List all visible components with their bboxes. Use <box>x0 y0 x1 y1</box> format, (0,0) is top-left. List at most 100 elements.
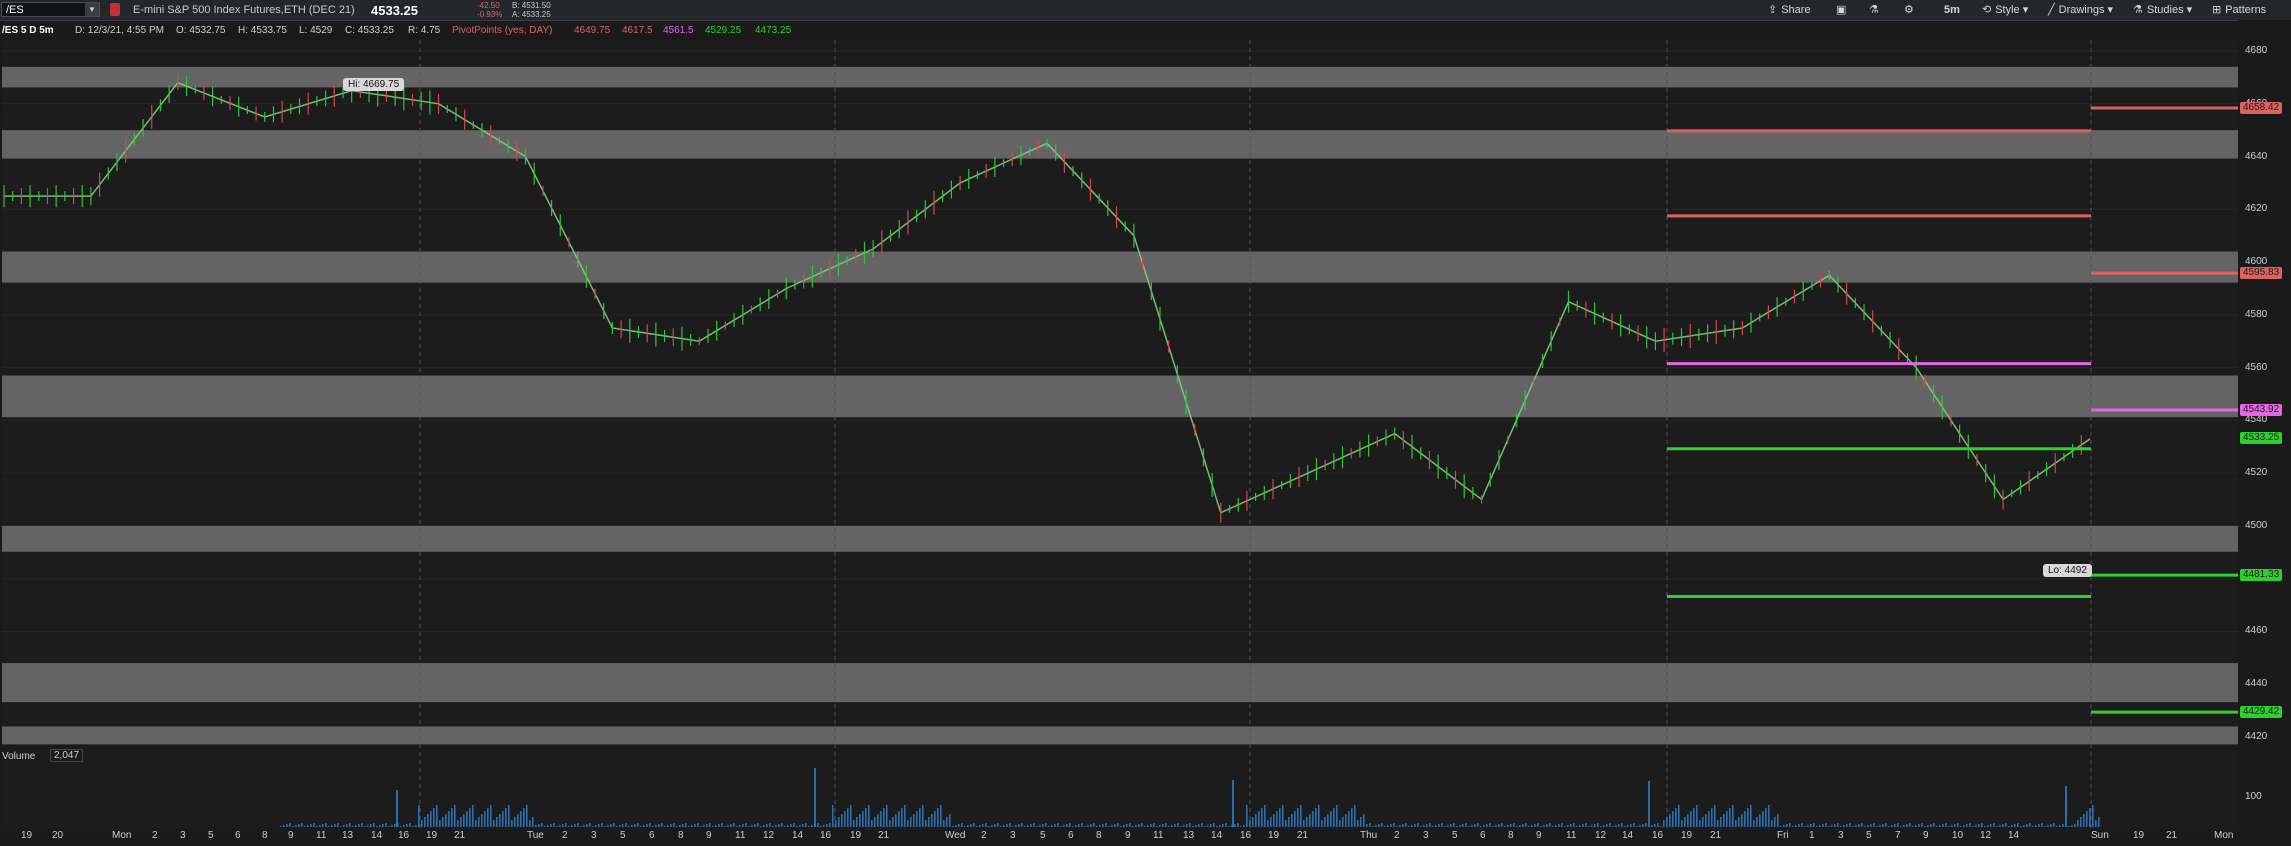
volume-bar <box>433 808 435 827</box>
volume-bar <box>1993 823 1995 827</box>
volume-bar <box>784 826 786 827</box>
alert-icon[interactable] <box>110 3 120 16</box>
volume-bar <box>703 825 705 827</box>
volume-bar <box>1198 824 1200 827</box>
volume-bar <box>1321 820 1323 827</box>
volume-bar <box>409 823 411 827</box>
price-chart[interactable] <box>0 0 2291 846</box>
volume-bar <box>421 820 423 827</box>
volume-bar <box>1819 825 1821 827</box>
volume-bar <box>2095 820 2097 827</box>
volume-bar <box>2065 823 2067 827</box>
volume-bar <box>1729 808 1731 827</box>
patterns-button[interactable]: ⊞ Patterns <box>2212 0 2266 20</box>
info-icon[interactable]: i <box>4 47 17 60</box>
interval-button[interactable]: 5m <box>1944 0 1960 20</box>
volume-bar <box>1021 823 1023 827</box>
symbol-input[interactable]: /ES ▼ <box>1 2 100 17</box>
time-label: 6 <box>1480 830 1486 841</box>
price-label: 4620 <box>2245 203 2268 215</box>
volume-bar <box>613 823 615 827</box>
volume-bar <box>472 805 474 827</box>
volume-bar <box>574 824 576 827</box>
volume-bar <box>1543 825 1545 827</box>
volume-bar <box>877 814 879 827</box>
volume-bar <box>910 817 912 827</box>
price-tag: 4533.25 <box>2240 432 2283 445</box>
study-label[interactable]: PivotPoints (yes, DAY) <box>452 25 552 36</box>
volume-bar <box>1447 825 1449 827</box>
studies-button[interactable]: ⚗ Studies ▾ <box>2133 0 2192 20</box>
volume-bar <box>1414 824 1416 827</box>
chevron-down-icon[interactable]: ▼ <box>85 3 99 16</box>
volume-bar <box>1891 825 1893 827</box>
volume-bar <box>322 824 324 827</box>
volume-bar <box>1429 823 1431 827</box>
volume-bar <box>1990 824 1992 827</box>
zone-band <box>2 130 2238 159</box>
volume-bar <box>511 820 513 827</box>
volume-bar <box>808 826 810 827</box>
volume-bar <box>2035 825 2037 827</box>
volume-bar <box>1459 825 1461 827</box>
volume-bar <box>307 825 309 827</box>
volume-bar <box>1693 808 1695 827</box>
volume-bar <box>1267 820 1269 827</box>
volume-bar <box>1264 805 1266 827</box>
volume-bar <box>559 825 561 827</box>
volume-bar <box>1051 825 1053 827</box>
volume-bar <box>2038 824 2040 827</box>
volume-bar <box>1648 781 1650 827</box>
volume-bar <box>805 823 807 827</box>
share-button[interactable]: ⇪ Share <box>1768 0 1811 20</box>
volume-bar <box>769 823 771 827</box>
volume-bar <box>544 826 546 827</box>
volume-bar <box>2074 824 2076 827</box>
volume-bar <box>1627 825 1629 827</box>
volume-bar <box>1669 814 1671 827</box>
volume-bar <box>2080 817 2082 827</box>
volume-bar <box>718 824 720 827</box>
time-label: 11 <box>1153 830 1164 841</box>
volume-bar <box>799 825 801 827</box>
volume-bar <box>1654 824 1656 827</box>
volume-bar <box>396 790 398 827</box>
volume-bar <box>1639 825 1641 827</box>
low-annotation: Lo: 4492 <box>2043 564 2092 577</box>
volume-bar <box>1804 826 1806 827</box>
volume-bar <box>1957 823 1959 827</box>
volume-bar <box>1273 814 1275 827</box>
volume-bar <box>919 808 921 827</box>
volume-bar <box>865 808 867 827</box>
time-label: 19 <box>850 830 862 841</box>
volume-bar <box>1798 824 1800 827</box>
volume-bar <box>334 824 336 827</box>
snapshot-button[interactable]: ▣ <box>1836 0 1846 20</box>
volume-bar <box>1027 825 1029 827</box>
style-button[interactable]: ⟲ Style ▾ <box>1982 0 2028 20</box>
time-label: 12 <box>1595 830 1607 841</box>
volume-bar <box>2044 826 2046 827</box>
volume-bar <box>2050 824 2052 827</box>
volume-bar <box>520 811 522 827</box>
settings-button[interactable]: ⚙ <box>1904 0 1914 20</box>
volume-bar <box>1588 826 1590 827</box>
volume-bar <box>1897 823 1899 827</box>
volume-bar <box>1642 824 1644 827</box>
pivot-s1: 4529.25 <box>705 25 742 36</box>
volume-bar <box>1147 825 1149 827</box>
time-label: 9 <box>1923 830 1929 841</box>
chevron-down-icon: ▾ <box>2019 4 2029 16</box>
volume-bar <box>1252 817 1254 827</box>
volume-bar <box>697 823 699 827</box>
volume-bar <box>1171 825 1173 827</box>
volume-bar <box>1243 825 1245 827</box>
lab-button[interactable]: ⚗ <box>1869 0 1879 20</box>
volume-bar <box>1903 825 1905 827</box>
volume-bar <box>1939 825 1941 827</box>
bar-open: O: 4532.75 <box>176 25 226 36</box>
drawings-button[interactable]: ╱ Drawings ▾ <box>2048 0 2113 20</box>
volume-bar <box>982 824 984 827</box>
volume-bar <box>1888 826 1890 827</box>
volume-bar <box>646 824 648 827</box>
